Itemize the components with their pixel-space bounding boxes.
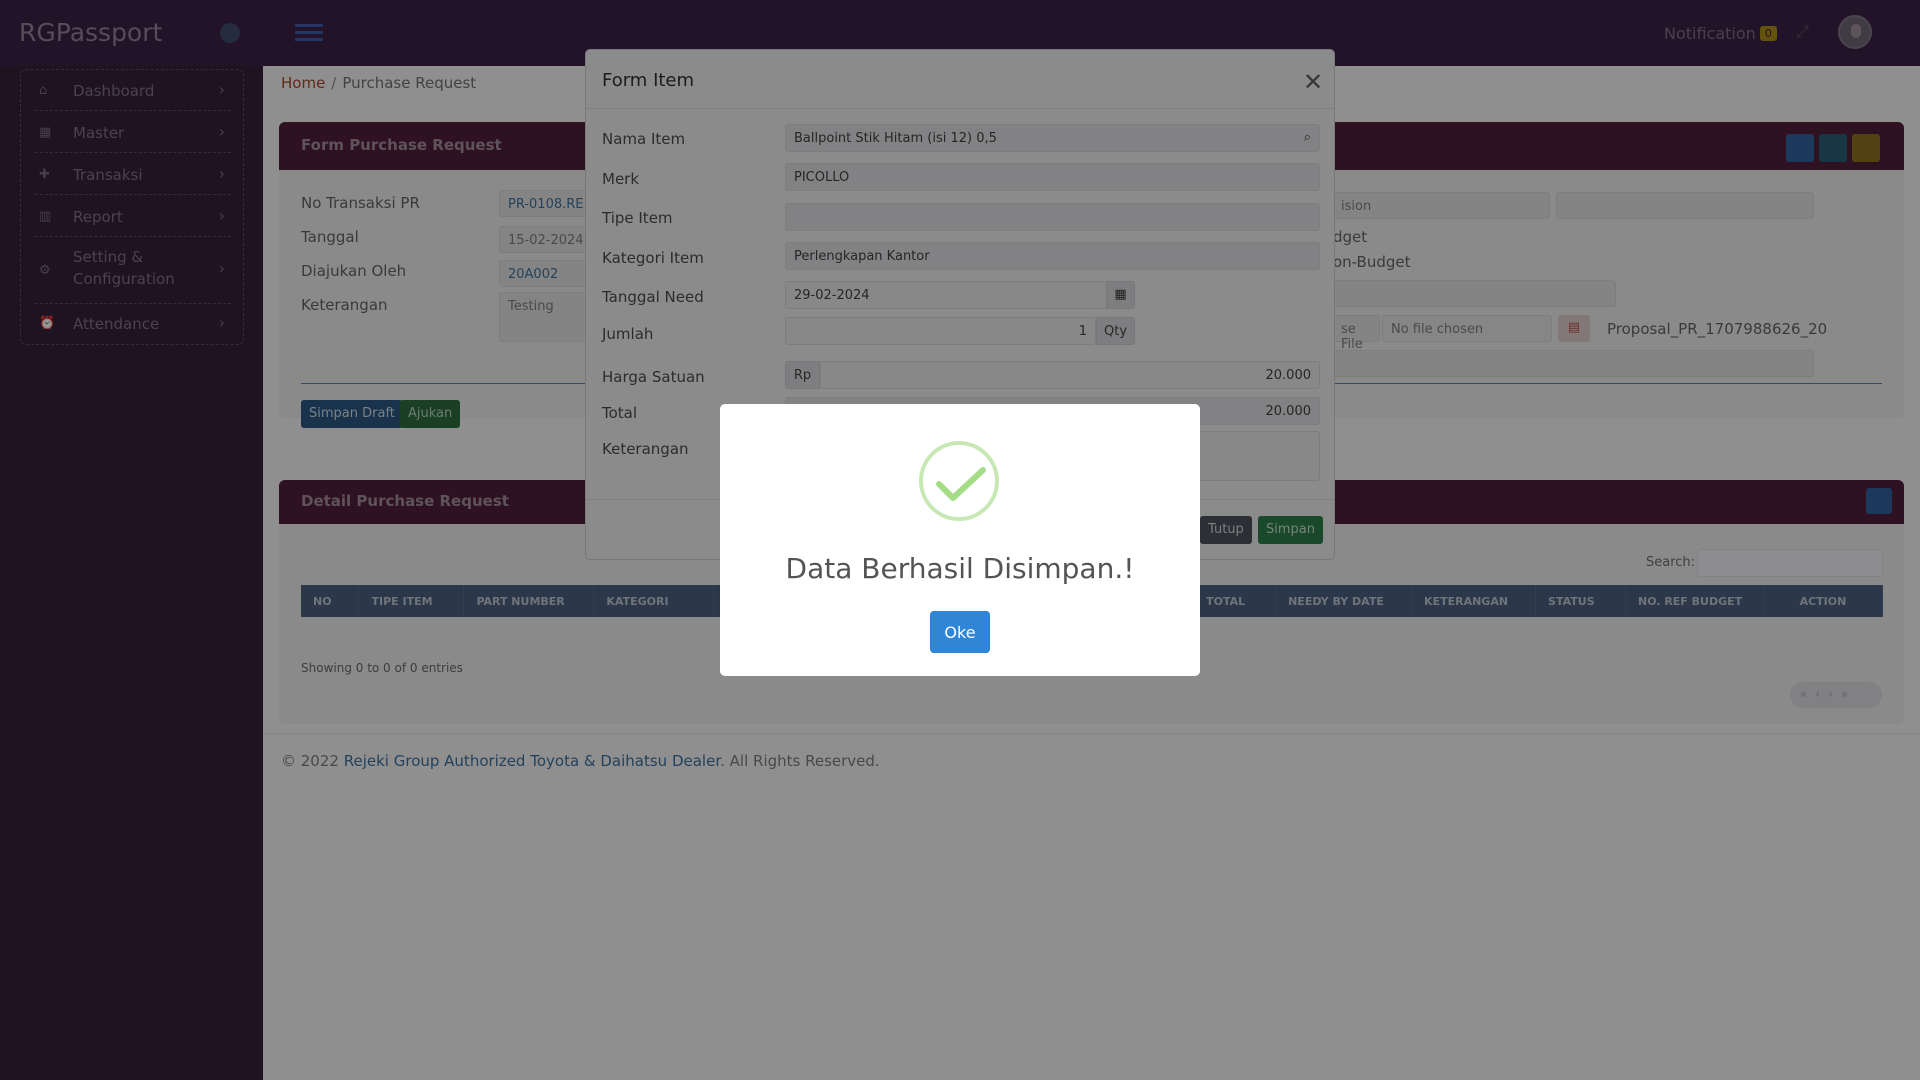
success-alert-dialog: Data Berhasil Disimpan.! Oke xyxy=(720,404,1200,676)
oke-button[interactable]: Oke xyxy=(930,611,990,653)
checkmark-icon xyxy=(936,467,986,501)
alert-title: Data Berhasil Disimpan.! xyxy=(785,552,1135,585)
